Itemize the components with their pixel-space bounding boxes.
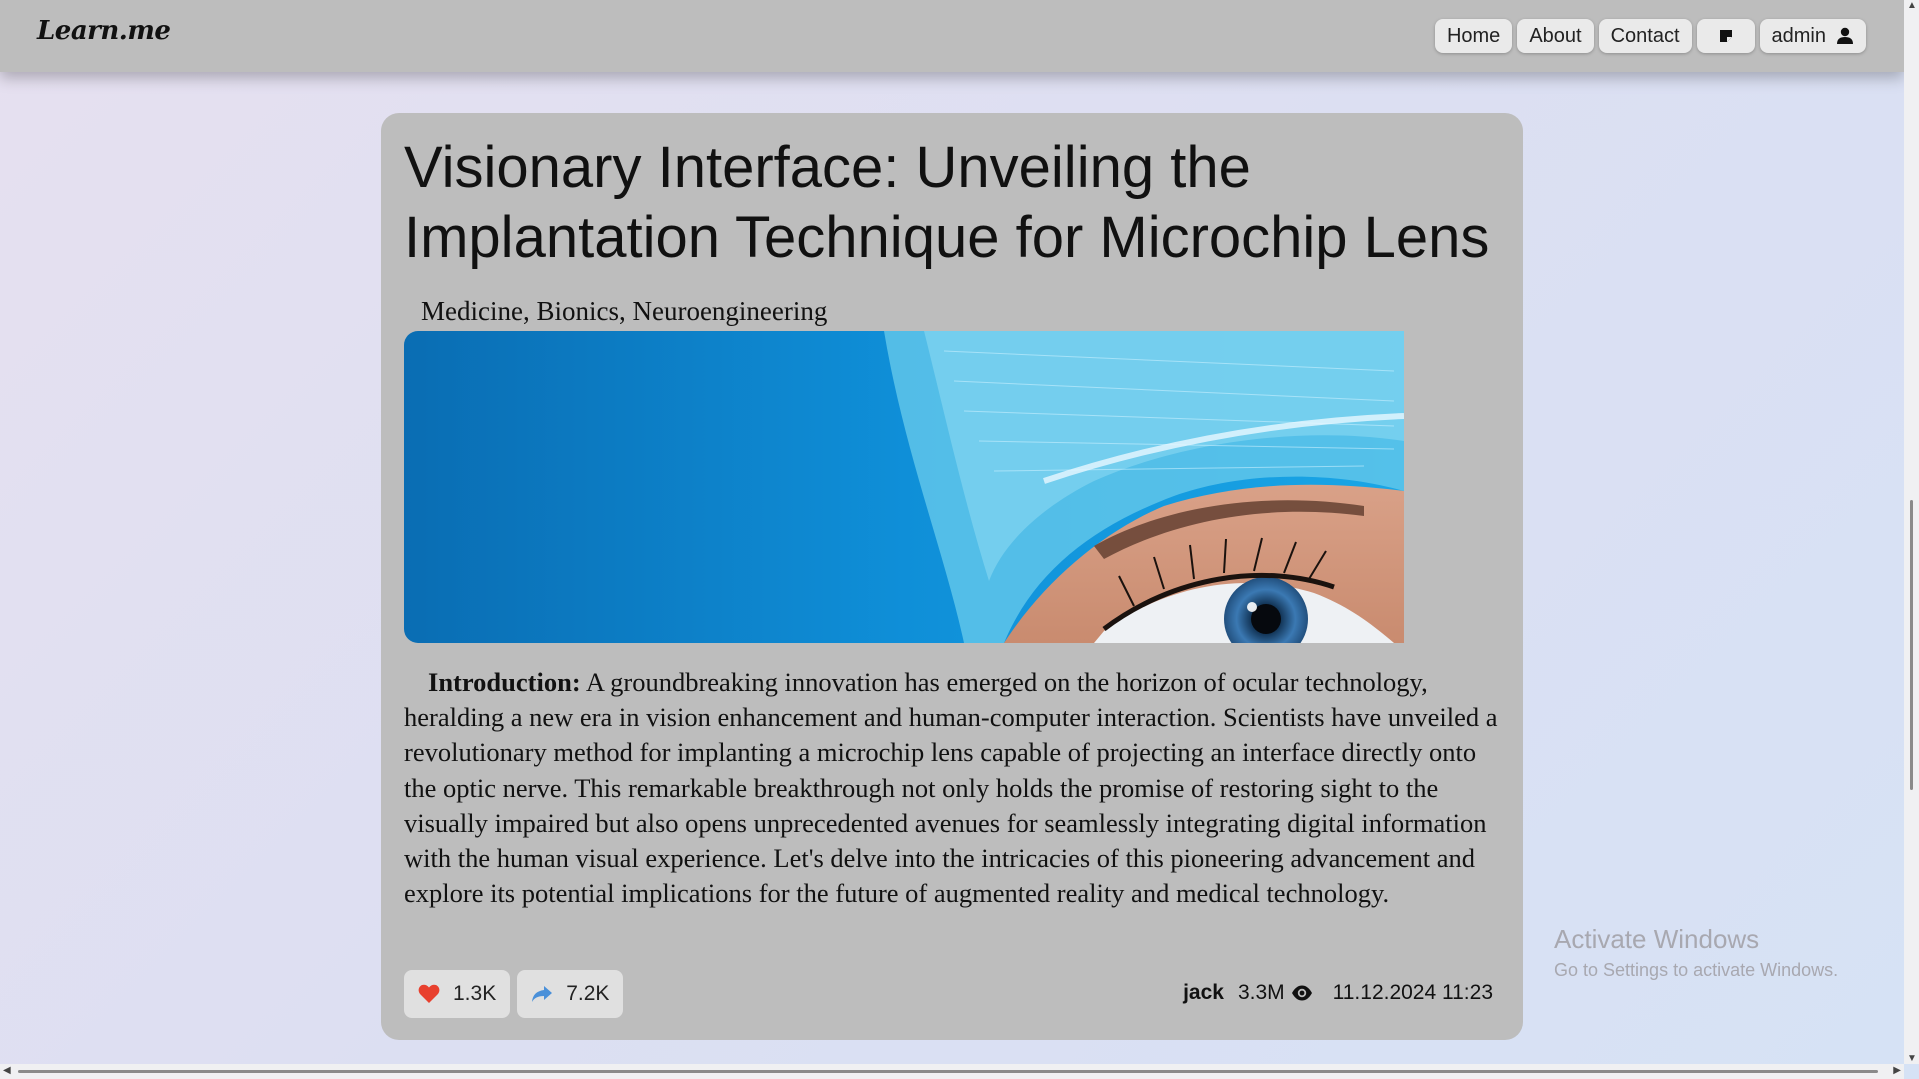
intro-text: A groundbreaking innovation has emerged …: [404, 667, 1498, 909]
nav-contact-button[interactable]: Contact: [1598, 19, 1692, 53]
intro-label: Introduction:: [428, 667, 581, 697]
article-tags: Medicine, Bionics, Neuroengineering: [421, 296, 828, 326]
article-meta: jack 3.3M 11.12.2024 11:23: [1183, 981, 1493, 1005]
article-intro: Introduction: A groundbreaking innovatio…: [404, 665, 1510, 911]
horizontal-scroll-thumb[interactable]: [18, 1070, 1878, 1073]
share-button[interactable]: 7.2K: [517, 970, 624, 1018]
nav-about-button[interactable]: About: [1517, 19, 1594, 53]
sticky-note-icon: [1719, 30, 1732, 42]
share-icon: [532, 986, 553, 1002]
publish-date: 11.12.2024 11:23: [1332, 981, 1493, 1004]
scroll-left-arrow-icon[interactable]: ◀: [3, 1065, 11, 1076]
nav-buttons: Home About Contact admin: [1434, 19, 1866, 53]
heart-icon: [418, 984, 440, 1003]
top-navbar: Learn.me Home About Contact admin: [0, 0, 1904, 72]
windows-activation-watermark: Activate Windows Go to Settings to activ…: [1554, 924, 1838, 981]
view-count: 3.3M: [1237, 981, 1285, 1004]
scroll-right-arrow-icon[interactable]: ▶: [1893, 1065, 1901, 1076]
like-button[interactable]: 1.3K: [404, 970, 511, 1018]
eye-icon: [1291, 985, 1312, 1001]
user-menu-button[interactable]: admin: [1759, 19, 1866, 53]
nav-home-button[interactable]: Home: [1434, 19, 1513, 53]
share-count: 7.2K: [566, 982, 610, 1005]
scroll-down-arrow-icon[interactable]: ▼: [1907, 1053, 1917, 1064]
view-count-group: 3.3M: [1238, 981, 1313, 1005]
scroll-up-arrow-icon[interactable]: ▲: [1907, 0, 1917, 11]
article-card: Visionary Interface: Unveiling the Impla…: [381, 113, 1523, 1040]
article-title: Visionary Interface: Unveiling the Impla…: [404, 135, 1490, 270]
vertical-scroll-thumb[interactable]: [1910, 500, 1913, 790]
user-name: admin: [1771, 24, 1826, 47]
user-icon: [1837, 27, 1853, 44]
site-logo[interactable]: Learn.me: [37, 16, 171, 46]
author-name[interactable]: jack: [1183, 981, 1224, 1005]
vertical-scrollbar[interactable]: ▲ ▼: [1904, 0, 1919, 1064]
notes-button[interactable]: [1696, 19, 1755, 53]
watermark-title: Activate Windows: [1554, 924, 1760, 954]
article-actions: 1.3K 7.2K: [404, 970, 624, 1018]
horizontal-scrollbar[interactable]: ◀ ▶: [0, 1064, 1904, 1079]
watermark-subtitle: Go to Settings to activate Windows.: [1554, 960, 1839, 980]
article-hero-image: [404, 331, 1404, 643]
like-count: 1.3K: [453, 982, 497, 1005]
